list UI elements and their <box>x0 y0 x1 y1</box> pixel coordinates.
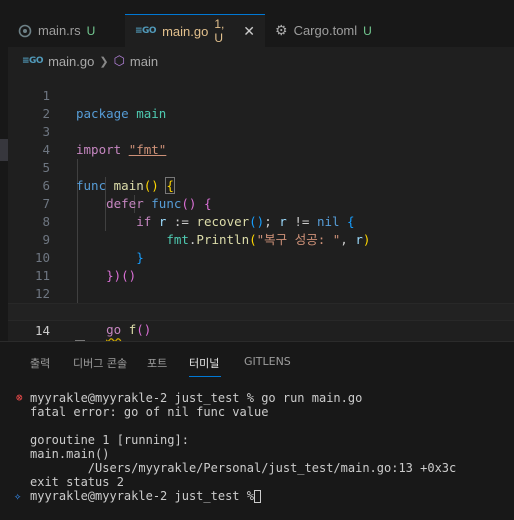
tab-terminal[interactable]: 터미널 <box>189 355 219 371</box>
problems-git-badge: 1, U <box>214 17 225 45</box>
code-line: 11 <box>8 249 514 283</box>
breadcrumb-file[interactable]: main.go <box>48 54 94 69</box>
terminal-line: goroutine 1 [running]: <box>30 433 189 447</box>
tab-output[interactable]: 출력 <box>30 355 50 371</box>
terminal-line: main.main() <box>30 447 110 461</box>
editor-tab-bar: main.rs U ≡GO main.go 1, U ✕ ⚙ Cargo.tom… <box>0 0 514 47</box>
go-icon: ≡GO <box>135 26 157 36</box>
code-line: 10 })() <box>8 231 514 283</box>
tab-main-rs[interactable]: main.rs U <box>8 14 125 47</box>
code-line: 4 <box>8 123 514 157</box>
gear-icon: ⚙ <box>275 22 288 38</box>
selection-marker <box>0 139 8 161</box>
tab-label: main.go <box>162 23 209 39</box>
code-line: 8 fmt.Println("복구 성공: ", r) <box>8 195 514 247</box>
breadcrumb-symbol[interactable]: main <box>130 54 158 69</box>
code-line-current: 14 } <box>8 303 514 357</box>
code-line: 7 if r := recover(); r != nil { <box>8 177 514 229</box>
terminal-line: myyrakle@myyrakle-2 just_test % go run m… <box>30 391 363 405</box>
sparkle-icon: ✧ <box>14 489 22 503</box>
tab-gitlens[interactable]: GITLENS <box>244 355 291 368</box>
code-line: 6 defer func() { <box>8 159 514 211</box>
terminal-line: exit status 2 <box>30 475 124 489</box>
code-line: 2 <box>8 87 514 121</box>
git-status-badge: U <box>86 23 96 38</box>
code-line: 1 package main <box>8 69 514 121</box>
panel-tabs: 출력 디버그 콘솔 포트 터미널 GITLENS <box>0 342 514 380</box>
breadcrumb: ≡GO main.go ❯ ⬡ main <box>22 52 158 70</box>
code-line: 9 } <box>8 213 514 265</box>
rust-icon <box>18 24 32 38</box>
code-line: 5 func main() { <box>8 141 514 194</box>
code-line: 13 go f() <box>8 285 514 337</box>
chevron-right-icon: ❯ <box>99 55 109 68</box>
code-line: 3 import "fmt" <box>8 105 514 157</box>
bottom-panel: 출력 디버그 콘솔 포트 터미널 GITLENS ⊗ myyrakle@myyr… <box>0 341 514 520</box>
terminal-prompt: myyrakle@myyrakle-2 just_test % <box>30 489 262 503</box>
code-editor[interactable]: 1 package main 2 3 import "fmt" 4 5 func… <box>8 69 514 357</box>
code-line: 12 var f func() <box>8 267 514 319</box>
symbol-method-icon: ⬡ <box>113 53 125 68</box>
go-icon: ≡GO <box>22 56 44 66</box>
tab-ports[interactable]: 포트 <box>147 355 167 371</box>
terminal-line: fatal error: go of nil func value <box>30 405 269 419</box>
tab-debug-console[interactable]: 디버그 콘솔 <box>73 355 127 371</box>
tab-label: main.rs <box>38 23 81 38</box>
tab-label: Cargo.toml <box>293 23 358 38</box>
terminal-line: /Users/myyrakle/Personal/just_test/main.… <box>30 461 457 475</box>
close-icon[interactable]: ✕ <box>243 23 255 40</box>
tab-main-go[interactable]: ≡GO main.go 1, U ✕ <box>125 14 265 47</box>
error-circle-icon: ⊗ <box>16 391 23 404</box>
code-line: 15 <box>8 321 514 355</box>
active-tab-indicator <box>189 376 221 377</box>
git-status-badge: U <box>363 23 372 38</box>
tab-cargo-toml[interactable]: ⚙ Cargo.toml U <box>265 14 393 47</box>
terminal-cursor <box>254 490 261 503</box>
